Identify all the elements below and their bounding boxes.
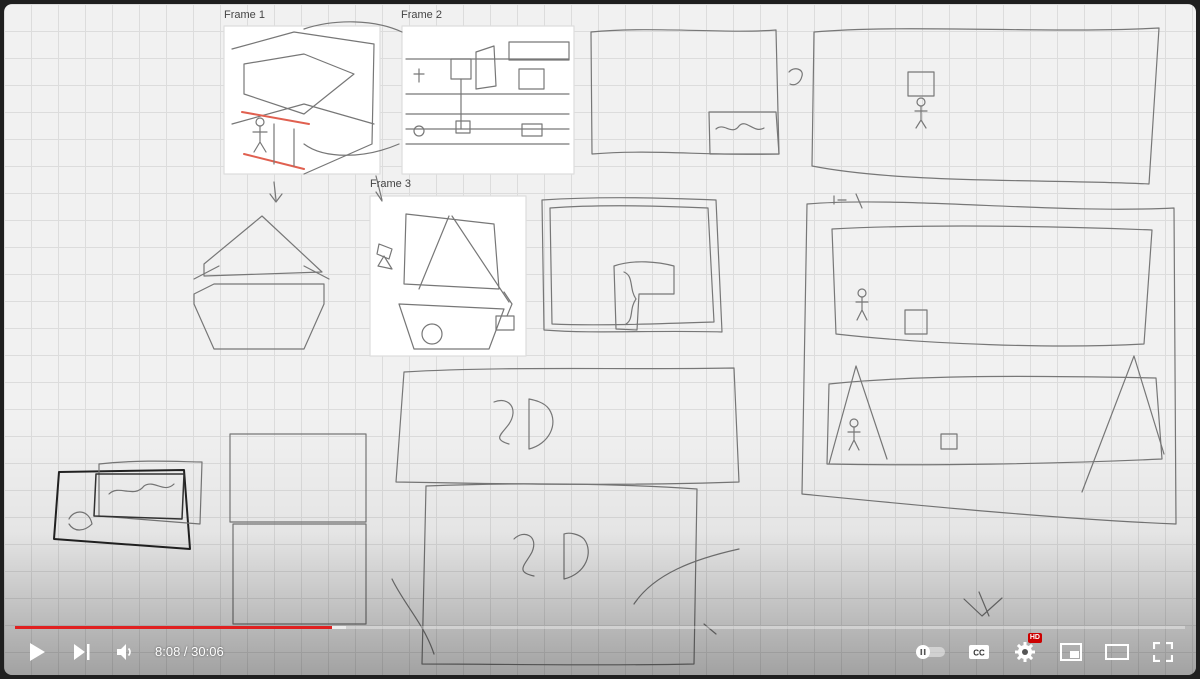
theater-mode-button[interactable] bbox=[1099, 634, 1135, 670]
volume-icon bbox=[117, 644, 131, 660]
mute-button[interactable] bbox=[107, 634, 143, 670]
play-button[interactable] bbox=[19, 634, 55, 670]
duration: 30:06 bbox=[191, 644, 224, 659]
autoplay-toggle-icon bbox=[916, 645, 945, 659]
control-bar: 8:08 / 30:06 CC HD bbox=[0, 633, 1200, 670]
video-frame[interactable]: Frame 1 Frame 2 Frame 3 bbox=[4, 4, 1196, 675]
hd-badge: HD bbox=[1027, 633, 1042, 643]
video-player: Frame 1 Frame 2 Frame 3 8:08 / 30:06 CC … bbox=[0, 0, 1200, 679]
progress-bar[interactable] bbox=[15, 626, 1185, 629]
miniplayer-icon bbox=[1060, 643, 1082, 661]
fullscreen-button[interactable] bbox=[1145, 634, 1181, 670]
captions-icon: CC bbox=[969, 645, 989, 659]
next-icon bbox=[74, 644, 90, 660]
frame-2-label: Frame 2 bbox=[401, 9, 442, 21]
settings-button[interactable]: HD bbox=[1007, 633, 1043, 670]
time-separator: / bbox=[180, 644, 192, 659]
theater-mode-icon bbox=[1105, 644, 1129, 660]
whiteboard-sketch bbox=[53, 21, 1177, 666]
next-button[interactable] bbox=[64, 634, 100, 670]
time-display: 8:08 / 30:06 bbox=[155, 644, 224, 659]
gear-icon bbox=[1015, 642, 1035, 662]
svg-text:CC: CC bbox=[973, 649, 985, 658]
frame-3-label: Frame 3 bbox=[370, 178, 411, 190]
progress-played bbox=[15, 626, 333, 629]
captions-button[interactable]: CC bbox=[961, 634, 997, 670]
fullscreen-icon bbox=[1153, 642, 1173, 662]
autoplay-toggle[interactable] bbox=[912, 634, 948, 670]
frame-1-label: Frame 1 bbox=[224, 9, 265, 21]
current-time: 8:08 bbox=[155, 644, 181, 659]
miniplayer-button[interactable] bbox=[1053, 634, 1089, 670]
play-icon bbox=[30, 643, 45, 661]
